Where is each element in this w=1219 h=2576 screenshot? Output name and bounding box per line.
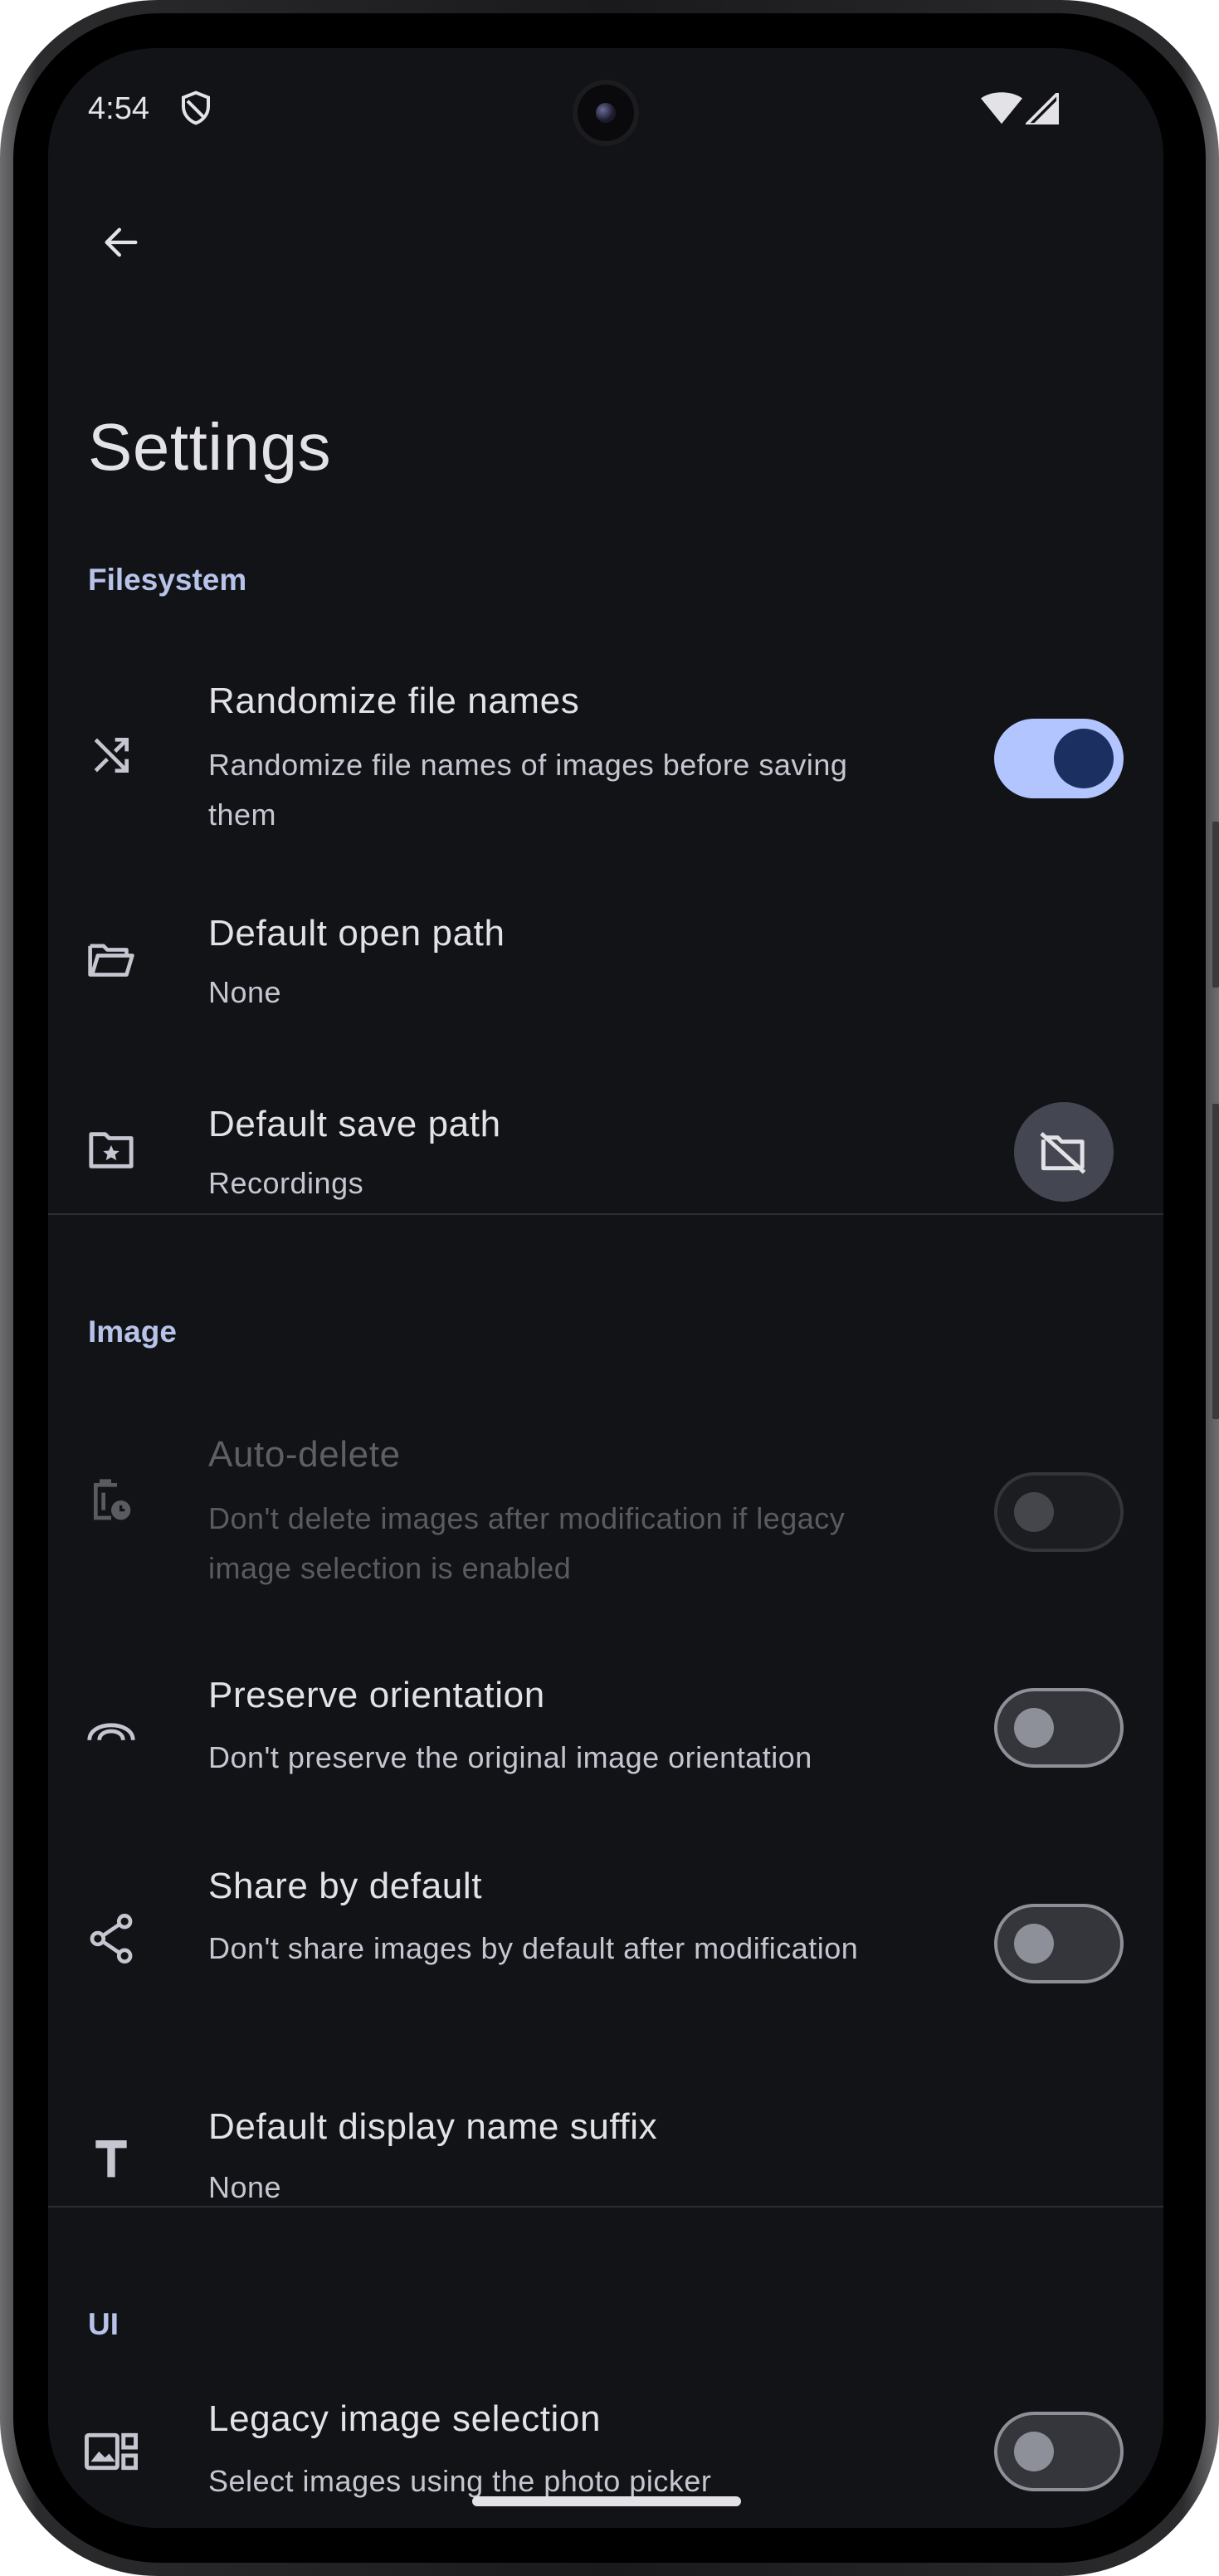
setting-title: Randomize file names	[208, 681, 580, 721]
section-header-image: Image	[88, 1315, 177, 1349]
shuffle-icon	[85, 729, 138, 782]
wifi-icon	[981, 92, 1022, 124]
setting-title: Default display name suffix	[208, 2106, 658, 2147]
shield-icon	[182, 90, 210, 125]
setting-subtitle: None	[208, 2170, 282, 2204]
setting-preserve-orientation[interactable]: Preserve orientation Don't preserve the …	[48, 1642, 1163, 1808]
back-button[interactable]	[78, 199, 164, 285]
section-header-ui: UI	[88, 2307, 119, 2341]
setting-display-name-suffix[interactable]: Default display name suffix None	[48, 2073, 1163, 2239]
setting-subtitle: Don't delete images after modification i…	[208, 1501, 846, 1585]
preserve-orientation-toggle[interactable]	[994, 1688, 1124, 1768]
setting-title: Default save path	[208, 1104, 501, 1144]
arrow-back-icon	[105, 227, 138, 257]
setting-subtitle: Don't share images by default after modi…	[208, 1931, 859, 1965]
legacy-selection-toggle[interactable]	[994, 2412, 1124, 2491]
setting-randomize-file-names[interactable]: Randomize file names Randomize file name…	[48, 654, 1163, 853]
status-time: 4:54	[88, 91, 149, 126]
photo-library-icon	[85, 2425, 138, 2478]
setting-subtitle: Recordings	[208, 1166, 364, 1200]
setting-title: Default open path	[208, 913, 505, 954]
setting-subtitle: Don't preserve the original image orient…	[208, 1740, 812, 1774]
delete-schedule-icon	[85, 1474, 138, 1527]
section-divider	[48, 1213, 1163, 1215]
orientation-arc-icon	[85, 1700, 138, 1753]
setting-title: Legacy image selection	[208, 2398, 602, 2439]
screen: 4:54 Settings Filesystem Randomize file …	[48, 48, 1163, 2528]
cell-signal-icon	[1026, 93, 1059, 124]
setting-auto-delete: Auto-delete Don't delete images after mo…	[48, 1409, 1163, 1608]
home-indicator[interactable]	[472, 2496, 741, 2506]
setting-title: Preserve orientation	[208, 1675, 545, 1715]
setting-default-save-path[interactable]: Default save path Recordings	[48, 1069, 1163, 1235]
volume-button	[1212, 1104, 1219, 1419]
setting-default-open-path[interactable]: Default open path None	[48, 878, 1163, 1044]
front-camera	[573, 80, 639, 146]
section-header-filesystem: Filesystem	[88, 563, 247, 597]
setting-title: Share by default	[208, 1866, 483, 1906]
folder-off-icon	[1040, 1132, 1086, 1174]
setting-title: Auto-delete	[208, 1434, 401, 1475]
status-bar: 4:54	[48, 48, 1163, 173]
randomize-toggle[interactable]	[994, 719, 1124, 798]
page-title: Settings	[88, 410, 332, 484]
text-format-icon	[85, 2131, 138, 2184]
folder-star-icon	[85, 1124, 138, 1177]
setting-subtitle: Randomize file names of images before sa…	[208, 748, 848, 832]
folder-open-icon	[85, 933, 138, 986]
share-icon	[85, 1912, 138, 1965]
share-default-toggle[interactable]	[994, 1904, 1124, 1983]
power-button	[1212, 822, 1219, 988]
setting-share-by-default[interactable]: Share by default Don't share images by d…	[48, 1832, 1163, 2032]
setting-subtitle: None	[208, 975, 282, 1009]
phone-frame: 4:54 Settings Filesystem Randomize file …	[0, 0, 1219, 2576]
section-divider	[48, 2206, 1163, 2208]
auto-delete-toggle	[994, 1472, 1124, 1552]
clear-save-path-button[interactable]	[1014, 1102, 1114, 1202]
